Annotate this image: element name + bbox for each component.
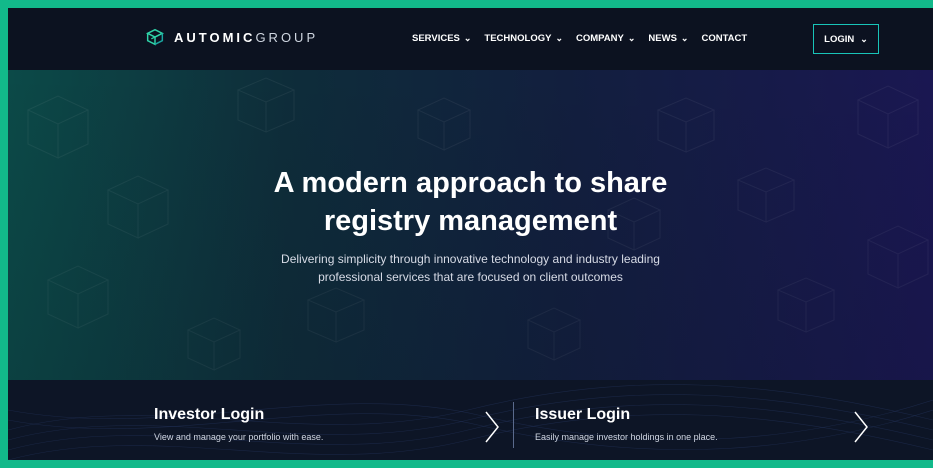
nav-item-news[interactable]: NEWS ⌄	[648, 33, 688, 44]
investor-login-card[interactable]: Investor Login View and manage your port…	[154, 380, 504, 460]
hero-subtitle-line: professional services that are focused o…	[318, 270, 623, 284]
top-navigation: AUTOMICGROUP SERVICES ⌄ TECHNOLOGY ⌄ COM…	[8, 8, 933, 70]
nav-item-label: SERVICES	[412, 33, 460, 44]
nav-item-label: COMPANY	[576, 33, 624, 44]
investor-login-title: Investor Login	[154, 406, 265, 423]
brand-name-light: GROUP	[255, 29, 319, 45]
hero-title-line: A modern approach to share	[273, 167, 668, 199]
hero-section: A modern approach to share registry mana…	[8, 70, 933, 380]
nav-item-services[interactable]: SERVICES ⌄	[412, 33, 471, 44]
nav-item-technology[interactable]: TECHNOLOGY ⌄	[484, 33, 563, 44]
hero-subtitle-line: Delivering simplicity through innovative…	[281, 252, 660, 266]
chevron-down-icon: ⌄	[860, 33, 868, 44]
card-divider	[513, 402, 514, 448]
login-cards-section: Investor Login View and manage your port…	[8, 380, 933, 460]
nav-item-contact[interactable]: CONTACT	[701, 33, 747, 44]
login-button[interactable]: LOGIN ⌄	[813, 24, 879, 54]
issuer-login-card[interactable]: Issuer Login Easily manage investor hold…	[535, 380, 885, 460]
nav-item-label: TECHNOLOGY	[484, 33, 552, 44]
hero-title: A modern approach to share registry mana…	[8, 164, 933, 240]
investor-login-desc: View and manage your portfolio with ease…	[154, 432, 324, 442]
brand-name-bold: AUTOMIC	[174, 29, 256, 45]
chevron-down-icon: ⌄	[627, 33, 636, 43]
login-label: LOGIN	[824, 33, 855, 45]
brand-name: AUTOMICGROUP	[174, 30, 318, 45]
nav-item-company[interactable]: COMPANY ⌄	[576, 33, 635, 44]
chevron-down-icon: ⌄	[680, 33, 689, 43]
brand-logo[interactable]: AUTOMICGROUP	[144, 26, 318, 48]
chevron-right-icon[interactable]	[484, 410, 500, 444]
nav-item-label: NEWS	[648, 33, 677, 44]
browser-viewport: AUTOMICGROUP SERVICES ⌄ TECHNOLOGY ⌄ COM…	[8, 8, 933, 460]
main-menu: SERVICES ⌄ TECHNOLOGY ⌄ COMPANY ⌄ NEWS ⌄…	[412, 33, 760, 44]
issuer-login-title: Issuer Login	[535, 406, 631, 423]
hero-title-line: registry management	[323, 205, 618, 237]
hero-subtitle: Delivering simplicity through innovative…	[8, 250, 933, 286]
nav-item-label: CONTACT	[701, 33, 748, 44]
issuer-login-desc: Easily manage investor holdings in one p…	[535, 432, 718, 442]
chevron-down-icon: ⌄	[555, 33, 563, 43]
chevron-right-icon[interactable]	[853, 410, 869, 444]
cube-logo-icon	[146, 28, 164, 46]
chevron-down-icon: ⌄	[463, 33, 472, 43]
